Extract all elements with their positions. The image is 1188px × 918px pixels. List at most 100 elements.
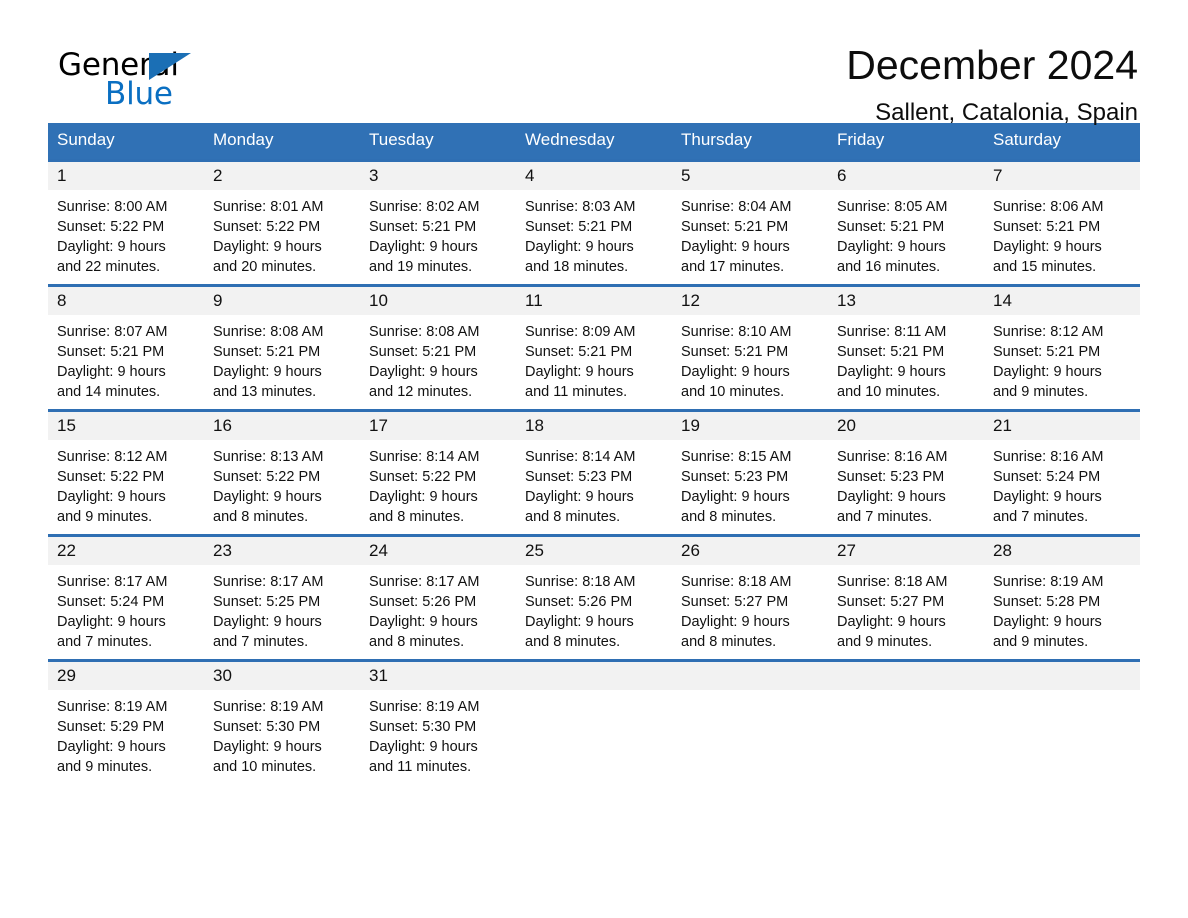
day-number: 30 [213,665,232,685]
weekday-friday: Friday [837,130,885,149]
day-cell[interactable]: 22 Sunrise: 8:17 AM Sunset: 5:24 PM Dayli… [48,536,204,659]
day-number: 10 [369,290,388,310]
day-cell[interactable]: 4 Sunrise: 8:03 AM Sunset: 5:21 PM Daylig… [516,161,672,284]
calendar-page: General Blue December 2024 Sallent, Cata… [0,0,1188,918]
day-cell[interactable]: 26 Sunrise: 8:18 AM Sunset: 5:27 PM Dayli… [672,536,828,659]
day-details: Sunrise: 8:17 AM Sunset: 5:24 PM Dayligh… [57,573,168,650]
day-number: 23 [213,540,232,560]
day-details: Sunrise: 8:12 AM Sunset: 5:21 PM Dayligh… [993,323,1104,400]
day-number: 3 [369,165,379,185]
day-cell[interactable]: 19 Sunrise: 8:15 AM Sunset: 5:23 PM Dayli… [672,411,828,534]
day-number: 17 [369,415,388,435]
day-details: Sunrise: 8:08 AM Sunset: 5:21 PM Dayligh… [369,323,480,400]
day-details: Sunrise: 8:12 AM Sunset: 5:22 PM Dayligh… [57,448,168,525]
day-cell[interactable]: 3 Sunrise: 8:02 AM Sunset: 5:21 PM Daylig… [360,161,516,284]
week-row: 1 Sunrise: 8:00 AM Sunset: 5:22 PM Daylig… [48,158,1140,284]
day-number: 12 [681,290,700,310]
day-details: Sunrise: 8:18 AM Sunset: 5:27 PM Dayligh… [681,573,792,650]
day-details: Sunrise: 8:17 AM Sunset: 5:26 PM Dayligh… [369,573,480,650]
week-row: 15 Sunrise: 8:12 AM Sunset: 5:22 PM Dayli… [48,408,1140,534]
day-number: 1 [57,165,67,185]
day-cell-empty [516,661,672,784]
day-cell[interactable]: 30 Sunrise: 8:19 AM Sunset: 5:30 PM Dayli… [204,661,360,784]
day-number: 14 [993,290,1012,310]
day-number: 29 [57,665,76,685]
generalblue-logo[interactable]: General Blue [48,44,208,114]
day-cell-empty [828,661,984,784]
day-cell[interactable]: 6 Sunrise: 8:05 AM Sunset: 5:21 PM Daylig… [828,161,984,284]
title-block: December 2024 Sallent, Catalonia, Spain [846,42,1140,126]
weekday-header-row: Sunday Monday Tuesday Wednesday Thursday… [48,123,1140,159]
day-number: 24 [369,540,388,560]
day-cell[interactable]: 21 Sunrise: 8:16 AM Sunset: 5:24 PM Dayli… [984,411,1140,534]
day-cell[interactable]: 9 Sunrise: 8:08 AM Sunset: 5:21 PM Daylig… [204,286,360,409]
day-cell[interactable]: 25 Sunrise: 8:18 AM Sunset: 5:26 PM Dayli… [516,536,672,659]
weekday-saturday: Saturday [993,130,1062,149]
day-cell[interactable]: 27 Sunrise: 8:18 AM Sunset: 5:27 PM Dayli… [828,536,984,659]
day-cell[interactable]: 15 Sunrise: 8:12 AM Sunset: 5:22 PM Dayli… [48,411,204,534]
day-details: Sunrise: 8:17 AM Sunset: 5:25 PM Dayligh… [213,573,324,650]
day-details: Sunrise: 8:19 AM Sunset: 5:30 PM Dayligh… [369,698,480,775]
weekday-sunday: Sunday [57,130,115,149]
day-cell[interactable]: 17 Sunrise: 8:14 AM Sunset: 5:22 PM Dayli… [360,411,516,534]
day-details: Sunrise: 8:04 AM Sunset: 5:21 PM Dayligh… [681,198,792,275]
day-details: Sunrise: 8:08 AM Sunset: 5:21 PM Dayligh… [213,323,324,400]
day-cell[interactable]: 16 Sunrise: 8:13 AM Sunset: 5:22 PM Dayli… [204,411,360,534]
day-cell[interactable]: 12 Sunrise: 8:10 AM Sunset: 5:21 PM Dayli… [672,286,828,409]
day-cell[interactable]: 29 Sunrise: 8:19 AM Sunset: 5:29 PM Dayli… [48,661,204,784]
day-number: 25 [525,540,544,560]
day-details: Sunrise: 8:19 AM Sunset: 5:29 PM Dayligh… [57,698,168,775]
day-details: Sunrise: 8:18 AM Sunset: 5:27 PM Dayligh… [837,573,948,650]
day-cell[interactable]: 20 Sunrise: 8:16 AM Sunset: 5:23 PM Dayli… [828,411,984,534]
day-cell[interactable]: 23 Sunrise: 8:17 AM Sunset: 5:25 PM Dayli… [204,536,360,659]
day-details: Sunrise: 8:19 AM Sunset: 5:30 PM Dayligh… [213,698,324,775]
day-details: Sunrise: 8:16 AM Sunset: 5:23 PM Dayligh… [837,448,948,525]
day-details: Sunrise: 8:19 AM Sunset: 5:28 PM Dayligh… [993,573,1104,650]
day-number: 13 [837,290,856,310]
day-cell[interactable]: 1 Sunrise: 8:00 AM Sunset: 5:22 PM Daylig… [48,161,204,284]
day-cell[interactable]: 24 Sunrise: 8:17 AM Sunset: 5:26 PM Dayli… [360,536,516,659]
day-details: Sunrise: 8:01 AM Sunset: 5:22 PM Dayligh… [213,198,324,275]
day-cell[interactable]: 2 Sunrise: 8:01 AM Sunset: 5:22 PM Daylig… [204,161,360,284]
day-details: Sunrise: 8:11 AM Sunset: 5:21 PM Dayligh… [837,323,947,400]
day-number: 31 [369,665,388,685]
day-number: 19 [681,415,700,435]
calendar-grid: Sunday Monday Tuesday Wednesday Thursday… [48,123,1140,784]
day-cell[interactable]: 10 Sunrise: 8:08 AM Sunset: 5:21 PM Dayli… [360,286,516,409]
day-details: Sunrise: 8:18 AM Sunset: 5:26 PM Dayligh… [525,573,636,650]
day-details: Sunrise: 8:13 AM Sunset: 5:22 PM Dayligh… [213,448,324,525]
day-cell[interactable]: 14 Sunrise: 8:12 AM Sunset: 5:21 PM Dayli… [984,286,1140,409]
day-cell[interactable]: 31 Sunrise: 8:19 AM Sunset: 5:30 PM Dayli… [360,661,516,784]
day-number: 7 [993,165,1003,185]
weekday-wednesday: Wednesday [525,130,615,149]
day-cell[interactable]: 11 Sunrise: 8:09 AM Sunset: 5:21 PM Dayli… [516,286,672,409]
day-details: Sunrise: 8:07 AM Sunset: 5:21 PM Dayligh… [57,323,168,400]
day-number: 5 [681,165,691,185]
day-details: Sunrise: 8:15 AM Sunset: 5:23 PM Dayligh… [681,448,792,525]
day-number: 22 [57,540,76,560]
day-details: Sunrise: 8:09 AM Sunset: 5:21 PM Dayligh… [525,323,636,400]
day-number: 15 [57,415,76,435]
day-number: 4 [525,165,535,185]
day-cell[interactable]: 18 Sunrise: 8:14 AM Sunset: 5:23 PM Dayli… [516,411,672,534]
day-number: 9 [213,290,223,310]
day-number: 21 [993,415,1012,435]
day-number: 27 [837,540,856,560]
day-cell-empty [672,661,828,784]
day-details: Sunrise: 8:02 AM Sunset: 5:21 PM Dayligh… [369,198,480,275]
day-cell[interactable]: 7 Sunrise: 8:06 AM Sunset: 5:21 PM Daylig… [984,161,1140,284]
day-cell[interactable]: 8 Sunrise: 8:07 AM Sunset: 5:21 PM Daylig… [48,286,204,409]
day-number: 8 [57,290,67,310]
day-cell-empty [984,661,1140,784]
day-details: Sunrise: 8:16 AM Sunset: 5:24 PM Dayligh… [993,448,1104,525]
day-number: 26 [681,540,700,560]
day-cell[interactable]: 5 Sunrise: 8:04 AM Sunset: 5:21 PM Daylig… [672,161,828,284]
day-details: Sunrise: 8:05 AM Sunset: 5:21 PM Dayligh… [837,198,948,275]
day-cell[interactable]: 28 Sunrise: 8:19 AM Sunset: 5:28 PM Dayli… [984,536,1140,659]
day-cell[interactable]: 13 Sunrise: 8:11 AM Sunset: 5:21 PM Dayli… [828,286,984,409]
day-details: Sunrise: 8:14 AM Sunset: 5:22 PM Dayligh… [369,448,480,525]
week-row: 29 Sunrise: 8:19 AM Sunset: 5:29 PM Dayli… [48,658,1140,784]
page-title: December 2024 [846,42,1138,88]
day-details: Sunrise: 8:00 AM Sunset: 5:22 PM Dayligh… [57,198,168,275]
weekday-tuesday: Tuesday [369,130,434,149]
